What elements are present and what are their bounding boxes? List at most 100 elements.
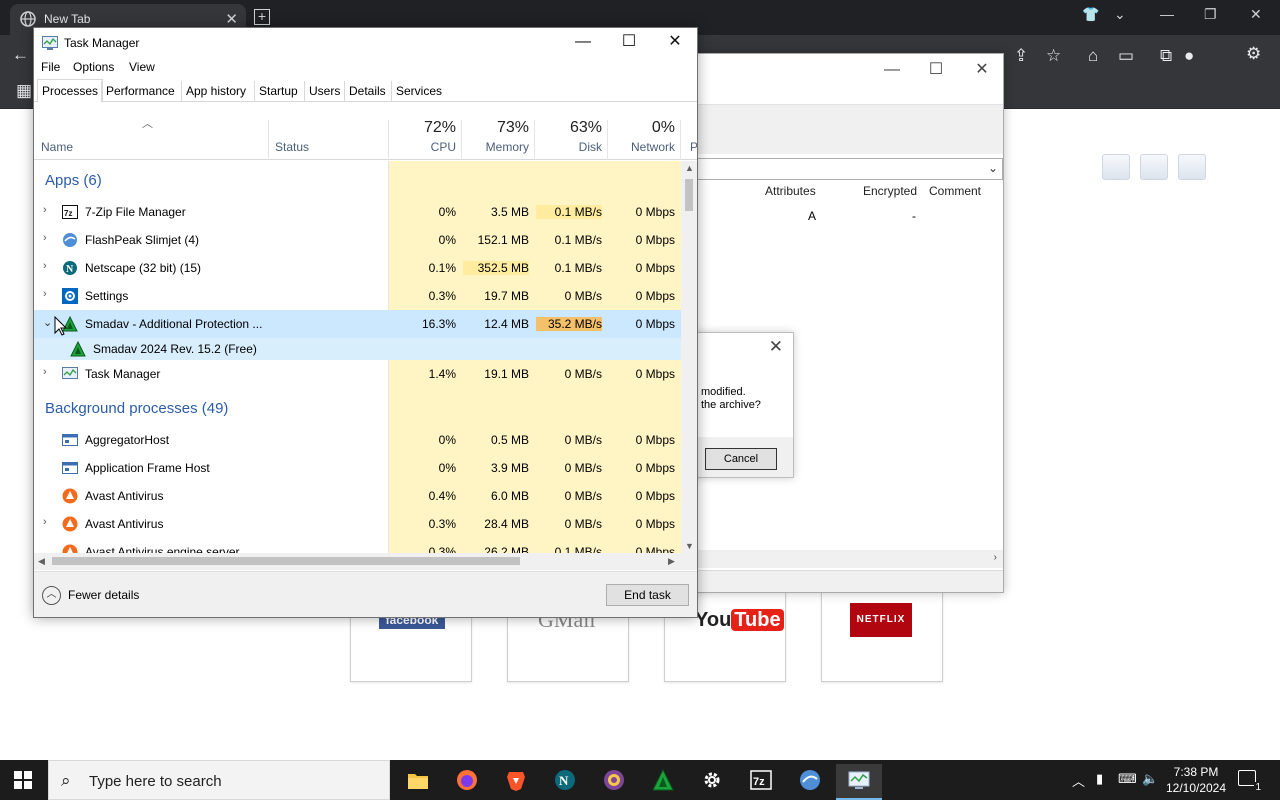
tab-startup[interactable]: Startup: [254, 81, 302, 102]
tab-details[interactable]: Details: [344, 81, 390, 102]
sidebar-icon[interactable]: ▭: [1118, 46, 1134, 66]
col-power-truncated[interactable]: P: [690, 140, 697, 154]
scroll-left-icon[interactable]: ◀: [38, 556, 45, 567]
taskbar-netscape[interactable]: N: [542, 764, 588, 800]
process-row-smadav-child[interactable]: Smadav 2024 Rev. 15.2 (Free): [34, 338, 681, 360]
7zip-minimize-icon[interactable]: —: [869, 56, 915, 86]
process-row-avast-1[interactable]: Avast Antivirus 0.4% 6.0 MB 0 MB/s 0 Mbp…: [34, 482, 681, 510]
home-icon[interactable]: ⌂: [1088, 46, 1098, 66]
settings-gear-icon[interactable]: ⚙: [1246, 44, 1261, 64]
vertical-scroll-thumb[interactable]: [685, 179, 693, 211]
col-disk[interactable]: Disk: [534, 140, 602, 154]
process-row-smadav[interactable]: ⌄ Smadav - Additional Protection ... 16.…: [34, 310, 681, 338]
expand-chevron-icon[interactable]: ›: [43, 232, 47, 244]
7zip-close-icon[interactable]: ✕: [959, 56, 1005, 86]
maximize-icon[interactable]: ☐: [606, 28, 652, 58]
process-row-7zip[interactable]: › 7z 7-Zip File Manager 0% 3.5 MB 0.1 MB…: [34, 198, 681, 226]
col-memory[interactable]: Memory: [461, 140, 529, 154]
taskbar-slimjet[interactable]: [787, 764, 833, 800]
speed-dial-netflix[interactable]: NETFLIX: [821, 592, 943, 682]
minimize-icon[interactable]: —: [560, 28, 606, 58]
expand-chevron-icon[interactable]: ›: [43, 366, 47, 378]
process-row-task-manager[interactable]: › Task Manager 1.4% 19.1 MB 0 MB/s 0 Mbp…: [34, 360, 681, 388]
address-dropdown-icon[interactable]: ⌄: [988, 161, 998, 175]
horizontal-scrollbar[interactable]: ◀ ▶: [34, 553, 697, 570]
7zip-col-comment[interactable]: Comment: [929, 184, 981, 198]
process-row-aggregatorhost[interactable]: AggregatorHost 0% 0.5 MB 0 MB/s 0 Mbps: [34, 426, 681, 454]
scroll-up-icon[interactable]: ▲: [685, 163, 694, 173]
expand-chevron-icon[interactable]: ›: [43, 260, 47, 272]
scroll-right-icon[interactable]: ▶: [668, 556, 675, 567]
scroll-down-icon[interactable]: ▼: [685, 541, 694, 551]
network-icon[interactable]: ⌨: [1118, 771, 1137, 787]
col-name[interactable]: Name: [41, 140, 73, 154]
menu-options[interactable]: Options: [73, 60, 114, 74]
shirt-icon[interactable]: 👕: [1082, 6, 1099, 23]
process-row-slimjet[interactable]: › FlashPeak Slimjet (4) 0% 152.1 MB 0.1 …: [34, 226, 681, 254]
taskbar-search-box[interactable]: ⌕ Type here to search: [48, 760, 390, 800]
collapse-chevron-icon[interactable]: ⌄: [43, 316, 52, 329]
tab-app-history[interactable]: App history: [181, 81, 250, 102]
menu-file[interactable]: File: [41, 60, 60, 74]
menu-view[interactable]: View: [129, 60, 155, 74]
taskbar-brave[interactable]: [493, 764, 539, 800]
taskbar-settings[interactable]: [689, 764, 735, 800]
process-row-avast-engine[interactable]: Avast Antivirus engine server 0.3% 26.2 …: [34, 538, 681, 553]
7zip-col-attributes[interactable]: Attributes: [765, 184, 816, 198]
taskbar-smadav[interactable]: [640, 764, 686, 800]
share-icon[interactable]: ⇪: [1014, 46, 1028, 66]
taskbar-tor-browser[interactable]: [591, 764, 637, 800]
tab-services[interactable]: Services: [391, 81, 446, 102]
col-cpu[interactable]: CPU: [388, 140, 456, 154]
taskbar-file-explorer[interactable]: [395, 764, 441, 800]
extensions-icon[interactable]: ⧉: [1160, 46, 1172, 66]
new-tab-button[interactable]: +: [254, 9, 270, 25]
taskbar-task-manager[interactable]: [836, 764, 882, 800]
7zip-col-encrypted[interactable]: Encrypted: [863, 184, 917, 198]
browser-restore-icon[interactable]: ❐: [1204, 6, 1217, 23]
end-task-button[interactable]: End task: [606, 584, 689, 606]
dialog-cancel-button[interactable]: Cancel: [705, 448, 777, 470]
horizontal-scroll-thumb[interactable]: [52, 557, 520, 565]
notification-icon[interactable]: 1: [1238, 770, 1262, 793]
process-row-avast-2[interactable]: › Avast Antivirus 0.3% 28.4 MB 0 MB/s 0 …: [34, 510, 681, 538]
chevron-up-icon[interactable]: ︿: [42, 586, 61, 605]
expand-chevron-icon[interactable]: ›: [43, 204, 47, 216]
profile-icon[interactable]: ●: [1184, 46, 1194, 66]
browser-minimize-icon[interactable]: —: [1160, 6, 1174, 22]
chevron-down-icon[interactable]: ⌄: [1114, 6, 1126, 23]
expand-chevron-icon[interactable]: ›: [43, 288, 47, 300]
browser-close-icon[interactable]: ✕: [1250, 6, 1262, 23]
windows-start-icon[interactable]: [14, 771, 32, 789]
dock-settings-icon[interactable]: [1140, 154, 1168, 180]
tray-app-icon[interactable]: ▮: [1096, 771, 1103, 787]
disk-total[interactable]: 63%: [534, 119, 602, 137]
expand-chevron-icon[interactable]: ›: [43, 516, 47, 528]
close-icon[interactable]: ✕: [652, 28, 697, 58]
system-clock[interactable]: 7:38 PM 12/10/2024: [1162, 764, 1230, 796]
process-row-settings[interactable]: › Settings 0.3% 19.7 MB 0 MB/s 0 Mbps: [34, 282, 681, 310]
tab-users[interactable]: Users: [304, 81, 344, 102]
fewer-details-link[interactable]: Fewer details: [68, 588, 139, 602]
taskbar-7zip[interactable]: 7z: [738, 764, 784, 800]
cpu-total[interactable]: 72%: [388, 119, 456, 137]
vertical-scrollbar[interactable]: ▲ ▼: [681, 161, 697, 553]
col-status[interactable]: Status: [275, 140, 309, 154]
memory-total[interactable]: 73%: [461, 119, 529, 137]
tab-processes[interactable]: Processes: [37, 79, 104, 103]
process-row-app-frame-host[interactable]: Application Frame Host 0% 3.9 MB 0 MB/s …: [34, 454, 681, 482]
taskbar-firefox[interactable]: [444, 764, 490, 800]
7zip-maximize-icon[interactable]: ☐: [913, 56, 959, 86]
apps-grid-icon[interactable]: ▦: [16, 81, 32, 101]
network-total[interactable]: 0%: [607, 119, 675, 137]
dock-weather-icon[interactable]: [1102, 154, 1130, 180]
col-network[interactable]: Network: [607, 140, 675, 154]
tab-performance[interactable]: Performance: [101, 81, 179, 102]
dialog-close-icon[interactable]: ✕: [769, 337, 783, 357]
tray-expand-icon[interactable]: ︿: [1072, 771, 1085, 790]
scroll-right-icon[interactable]: ›: [994, 552, 997, 563]
volume-muted-icon[interactable]: 🔈: [1142, 771, 1158, 787]
dock-users-icon[interactable]: [1178, 154, 1206, 180]
back-icon[interactable]: ←: [12, 45, 29, 65]
browser-tab-close-icon[interactable]: ✕: [225, 10, 238, 28]
